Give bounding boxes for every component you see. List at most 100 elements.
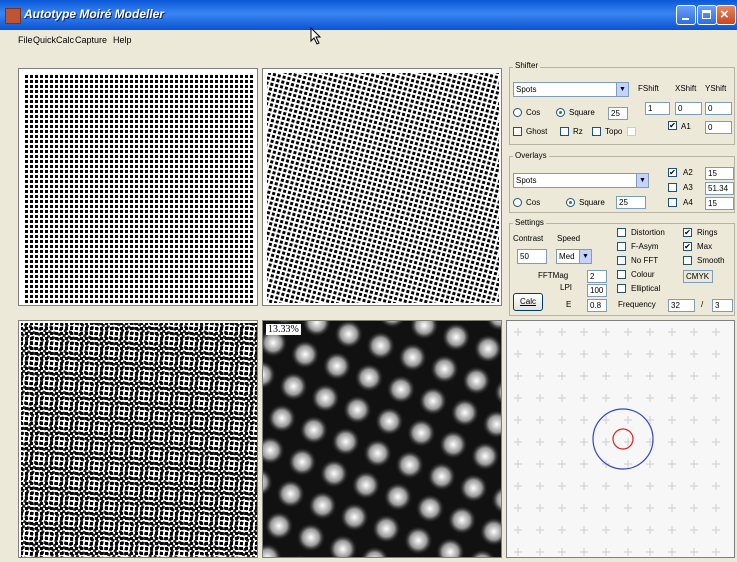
shifter-square-field[interactable]: 25	[608, 107, 628, 120]
speed-select[interactable]: Med ▼	[556, 249, 592, 264]
fftmag-label: FFTMag	[538, 271, 569, 280]
ghost-label: Ghost	[526, 127, 548, 136]
topo-checkbox[interactable]	[592, 127, 601, 136]
shifter-pattern-select[interactable]: Spots ▼	[513, 82, 629, 97]
contrast-field[interactable]: 50	[517, 249, 547, 264]
frequency-numerator-field[interactable]: 32	[668, 299, 695, 312]
fft-spectrum	[507, 321, 734, 557]
a2-checkbox[interactable]: ✔	[668, 168, 677, 177]
max-label: Max	[697, 242, 713, 251]
moire-combined-panel[interactable]	[18, 320, 258, 558]
overlays-group-label: Overlays	[513, 151, 549, 160]
chevron-down-icon: ▼	[636, 174, 648, 187]
lpi-field[interactable]: 100	[587, 284, 607, 297]
shifter-square-radio[interactable]	[556, 108, 565, 117]
minimize-button[interactable]	[676, 5, 696, 25]
xshift-label: XShift	[675, 84, 697, 93]
distortion-label: Distortion	[631, 228, 665, 237]
yshift-label: YShift	[705, 84, 727, 93]
elliptical-label: Elliptical	[631, 284, 661, 293]
nofft-checkbox[interactable]	[617, 256, 626, 265]
blurred-spot-pattern	[263, 321, 501, 557]
rz-label: Rz	[573, 127, 583, 136]
colour-checkbox[interactable]	[617, 270, 626, 279]
moire-pattern	[21, 323, 257, 557]
overlay-square-label: Square	[579, 198, 605, 207]
calc-button[interactable]: Calc	[513, 293, 543, 311]
menu-quickcalc[interactable]: QuickCalc	[33, 35, 74, 45]
speed-value: Med	[559, 252, 575, 261]
a4-checkbox[interactable]	[668, 198, 677, 207]
shifter-pattern-value: Spots	[516, 85, 537, 94]
e-field[interactable]: 0.8	[587, 299, 607, 312]
a3-field[interactable]: 51.34	[705, 182, 734, 195]
e-label: E	[566, 300, 572, 309]
close-icon: ×	[720, 6, 729, 23]
frequency-denominator-field[interactable]: 3	[712, 299, 733, 312]
yshift-field[interactable]: 0	[705, 102, 732, 115]
a1-checkbox[interactable]: ✔	[668, 121, 677, 130]
smoothed-preview-panel[interactable]: 13.33%	[262, 320, 502, 558]
smooth-label: Smooth	[697, 256, 725, 265]
fasym-label: F-Asym	[631, 242, 659, 251]
overlay-pattern-panel[interactable]	[262, 68, 502, 306]
a2-field[interactable]: 15	[705, 167, 734, 180]
zoom-percent-label: 13.33%	[266, 324, 301, 335]
fshift-label: FShift	[638, 84, 659, 93]
app-icon	[5, 8, 21, 24]
a4-label: A4	[683, 198, 693, 207]
a4-field[interactable]: 15	[705, 197, 734, 210]
nofft-label: No FFT	[631, 256, 659, 265]
rings-checkbox[interactable]: ✔	[683, 228, 692, 237]
overlay-cos-radio[interactable]	[513, 198, 522, 207]
chevron-down-icon: ▼	[616, 83, 628, 96]
shifter-pattern-panel[interactable]	[18, 68, 258, 306]
cmyk-field: CMYK	[683, 270, 713, 283]
distortion-checkbox[interactable]	[617, 228, 626, 237]
a3-checkbox[interactable]	[668, 183, 677, 192]
menu-bar: File QuickCalc Capture Help	[0, 30, 737, 52]
shifter-group-label: Shifter	[513, 61, 541, 70]
fftmag-field[interactable]: 2	[587, 270, 607, 283]
fasym-checkbox[interactable]	[617, 242, 626, 251]
menu-file[interactable]: File	[18, 35, 33, 45]
shifter-square-label: Square	[569, 108, 595, 117]
rz-checkbox[interactable]	[560, 127, 569, 136]
a1-label: A1	[681, 122, 691, 131]
overlay-cos-label: Cos	[526, 198, 541, 207]
contrast-label: Contrast	[513, 234, 544, 243]
window-title: Autotype Moiré Modeller	[24, 7, 165, 21]
overlay-square-field[interactable]: 25	[616, 196, 646, 209]
a1-field[interactable]: 0	[705, 121, 732, 134]
settings-group-label: Settings	[513, 218, 546, 227]
menu-capture[interactable]: Capture	[75, 35, 107, 45]
frequency-label: Frequency	[618, 300, 656, 309]
fshift-field[interactable]: 1	[645, 102, 670, 115]
topo-option-checkbox[interactable]	[627, 127, 636, 136]
overlay-square-radio[interactable]	[566, 198, 575, 207]
overlay-pattern-select[interactable]: Spots ▼	[513, 173, 649, 188]
close-button[interactable]: ×	[716, 5, 736, 25]
xshift-field[interactable]: 0	[675, 102, 702, 115]
fft-spectrum-panel[interactable]	[506, 320, 735, 558]
rings-label: Rings	[697, 228, 718, 237]
maximize-button[interactable]	[697, 5, 717, 25]
frequency-separator: /	[701, 300, 704, 309]
chevron-down-icon: ▼	[579, 250, 591, 263]
rotated-dot-grid	[267, 73, 499, 303]
title-bar[interactable]: Autotype Moiré Modeller ×	[0, 0, 737, 30]
menu-help[interactable]: Help	[113, 35, 132, 45]
a2-label: A2	[683, 168, 693, 177]
a3-label: A3	[683, 183, 693, 192]
shifter-cos-label: Cos	[526, 108, 541, 117]
overlay-pattern-value: Spots	[516, 176, 537, 185]
ghost-checkbox[interactable]	[513, 127, 522, 136]
topo-label: Topo	[605, 127, 623, 136]
smooth-checkbox[interactable]	[683, 256, 692, 265]
mouse-cursor-icon	[310, 27, 322, 45]
max-checkbox[interactable]: ✔	[683, 242, 692, 251]
speed-label: Speed	[557, 234, 581, 243]
lpi-label: LPI	[560, 283, 573, 292]
elliptical-checkbox[interactable]	[617, 284, 626, 293]
shifter-cos-radio[interactable]	[513, 108, 522, 117]
